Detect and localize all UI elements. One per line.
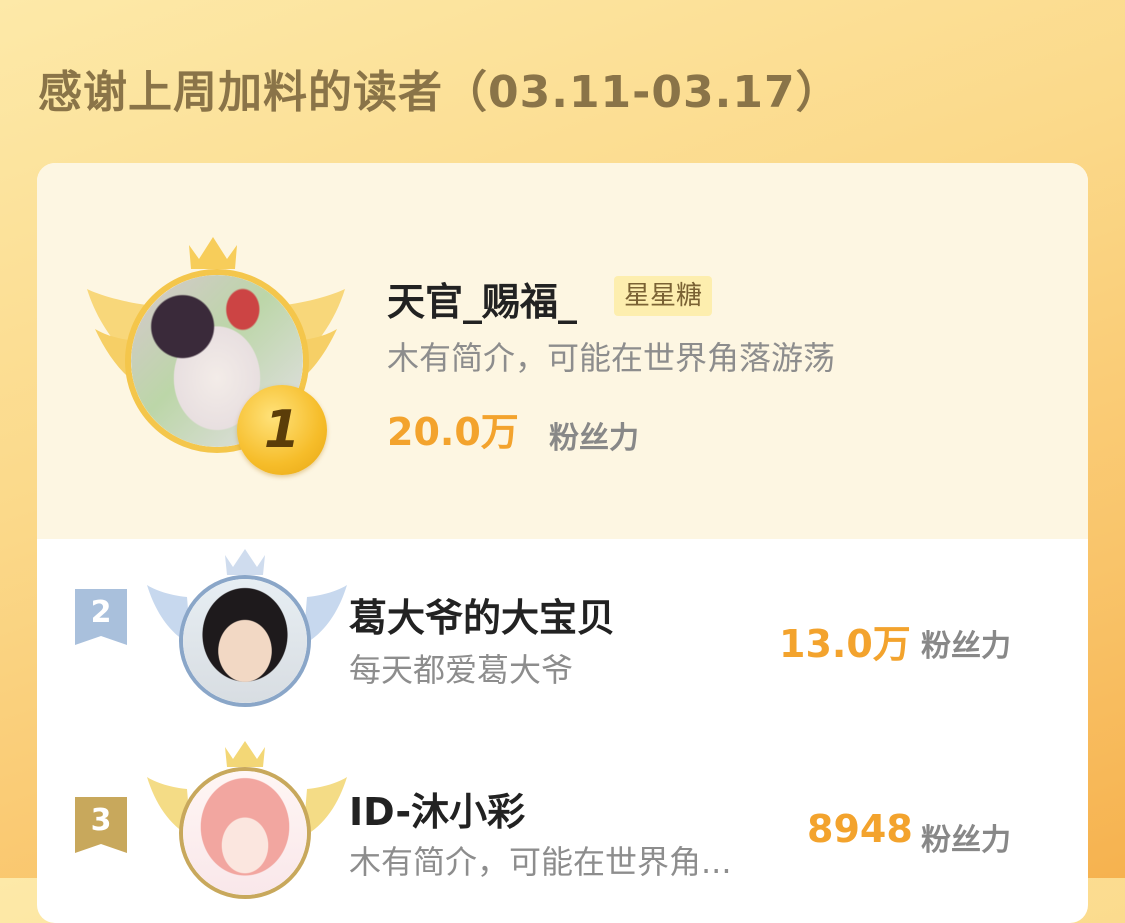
reader-name[interactable]: 葛大爷的大宝贝: [349, 587, 615, 642]
rank-number: 3: [90, 803, 112, 838]
rank-number: 2: [90, 595, 112, 630]
reader-item-rank-3[interactable]: 3 ID-沐小彩 木有简介，可能在世界角... 8948 粉丝力: [37, 739, 1088, 923]
page-title: 感谢上周加料的读者（03.11-03.17）: [38, 67, 841, 118]
reader-item-rank-1[interactable]: 1 天官_赐福_ 星星糖 木有简介，可能在世界角落游荡 20.0万 粉丝力: [37, 163, 1088, 539]
rank-number: 1: [263, 400, 301, 460]
avatar[interactable]: [179, 575, 311, 707]
avatar[interactable]: [179, 767, 311, 899]
avatar-image: [183, 579, 307, 703]
reader-name[interactable]: ID-沐小彩: [349, 781, 525, 836]
reader-description: 每天都爱葛大爷: [349, 651, 574, 689]
reader-badge: 星星糖: [614, 276, 713, 316]
reader-ranking-list: 1 天官_赐福_ 星星糖 木有简介，可能在世界角落游荡 20.0万 粉丝力 2 …: [37, 163, 1088, 923]
fans-power-value: 8948: [807, 807, 913, 851]
fans-power-value: 20.0万: [387, 410, 519, 454]
fans-power-label: 粉丝力: [921, 823, 1011, 858]
rank-1-medal-icon: 1: [237, 385, 327, 475]
reader-item-rank-2[interactable]: 2 葛大爷的大宝贝 每天都爱葛大爷 13.0万 粉丝力: [37, 539, 1088, 739]
avatar-image: [183, 771, 307, 895]
reader-description: 木有简介，可能在世界角落游荡: [387, 339, 836, 377]
reader-name[interactable]: 天官_赐福_: [387, 271, 577, 326]
rank-2-flag-icon: 2: [75, 589, 127, 645]
reader-description: 木有简介，可能在世界角...: [349, 843, 732, 881]
fans-power-label: 粉丝力: [549, 421, 639, 456]
rank-3-flag-icon: 3: [75, 797, 127, 853]
fans-power-value: 13.0万: [779, 622, 911, 666]
fans-power-label: 粉丝力: [921, 629, 1011, 664]
